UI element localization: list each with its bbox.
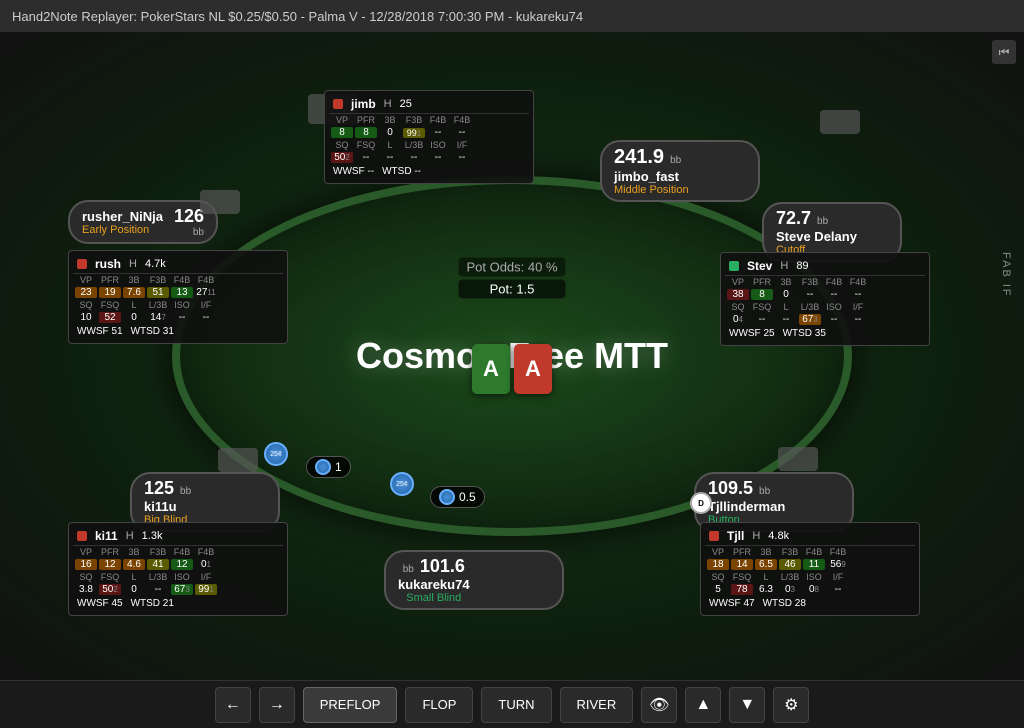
bottom-right-cards xyxy=(778,447,818,471)
bl-name: ki11u xyxy=(144,499,191,514)
left-name: rusher_NiNja xyxy=(82,209,163,224)
right-pfr: 8 xyxy=(751,289,773,300)
forward-button[interactable]: → xyxy=(259,687,295,723)
hero-card-2: A xyxy=(514,344,552,394)
chip-icon-top: 25¢ xyxy=(264,442,288,466)
bl-wwsf-row: WWSF 45 WTSD 21 xyxy=(73,596,283,611)
right-bb: bb xyxy=(817,216,828,227)
pot-value: Pot: 1.5 xyxy=(458,280,565,299)
pot-odds-text: Pot Odds: 40 % xyxy=(458,258,565,277)
hero-position: Small Blind xyxy=(406,592,461,604)
right-3b: 0 xyxy=(775,289,797,300)
right-player-stats: Stev H 89 VP PFR 3B F3B F4B F4B 38 8 0 -… xyxy=(720,252,930,346)
hero-name: kukareku74 xyxy=(398,577,470,592)
top-player-stats: jimb H 25 VP PFR 3B F3B F4B F4B 8 8 0 99… xyxy=(324,90,534,184)
top-hand-count: 25 xyxy=(400,98,412,110)
top-pfr: 8 xyxy=(355,127,377,138)
bottom-navigation: ← → PREFLOP FLOP TURN RIVER 👁 ▲ ▼ ⚙ xyxy=(0,680,1024,728)
bottom-right-stack: 109.5 xyxy=(708,478,753,499)
top-right-cards xyxy=(820,110,860,134)
top-right-position: Middle Position xyxy=(614,184,689,196)
dealer-button: D xyxy=(690,492,712,514)
br-player-name: Tjll xyxy=(727,529,744,543)
turn-button[interactable]: TURN xyxy=(481,687,551,723)
top-f4b2: -- xyxy=(451,127,473,138)
top-right-stack: 241.9 xyxy=(614,146,664,169)
left-position: Early Position xyxy=(82,224,163,236)
title-text: Hand2Note Replayer: PokerStars NL $0.25/… xyxy=(12,9,583,24)
left-stats: rush H 4.7k VP PFR 3B F3B F4B F4B 23 19 … xyxy=(68,250,288,344)
top-f3b: 991 xyxy=(403,128,425,138)
top-player-name: jimb xyxy=(351,97,376,111)
pot-odds: Pot Odds: 40 % Pot: 1.5 xyxy=(458,258,565,299)
preflop-button[interactable]: PREFLOP xyxy=(303,687,398,723)
left-bubble: rusher_NiNja Early Position 126 bb xyxy=(68,200,218,244)
top-fsq: -- xyxy=(355,152,377,163)
right-vp: 38 xyxy=(727,289,749,300)
left-wwsf-row: WWSF 51 WTSD 31 xyxy=(73,324,283,339)
back-button[interactable]: ← xyxy=(215,687,251,723)
top-vp: 8 xyxy=(331,127,353,138)
top-right-bb: bb xyxy=(670,155,681,166)
top-wwsf-row: WWSF -- WTSD -- xyxy=(329,164,529,179)
top-right-bubble: 241.9 bb jimbo_fast Middle Position xyxy=(600,140,760,202)
hero-cards: A A xyxy=(472,344,552,394)
right-stack: 72.7 xyxy=(776,208,811,229)
river-button[interactable]: RIVER xyxy=(560,687,634,723)
left-chip: 1 xyxy=(306,456,351,478)
bottom-right-name: Tjllinderman xyxy=(708,499,785,514)
top-3b: 0 xyxy=(379,127,401,138)
up-button[interactable]: ▲ xyxy=(685,687,721,723)
right-wwsf-row: WWSF 25 WTSD 35 xyxy=(725,326,925,341)
right-indicator xyxy=(729,261,739,271)
top-f4b: -- xyxy=(427,127,449,138)
right-hand-type: H xyxy=(780,260,788,272)
top-hand-type: H xyxy=(384,98,392,110)
settings-button[interactable]: ⚙ xyxy=(773,687,809,723)
br-wwsf-row: WWSF 47 WTSD 28 xyxy=(705,596,915,611)
right-player-name: Stev xyxy=(747,259,772,273)
settings-icon: ⚙ xyxy=(784,695,798,715)
fab-if-label: FAB IF xyxy=(1000,252,1012,298)
center-chip: 0.5 xyxy=(430,486,485,508)
down-button[interactable]: ▼ xyxy=(729,687,765,723)
top-right-name: jimbo_fast xyxy=(614,169,679,184)
hero-bubble: bb 101.6 kukareku74 Small Blind xyxy=(384,550,564,610)
title-bar: Hand2Note Replayer: PokerStars NL $0.25/… xyxy=(0,0,1024,32)
right-hand-count: 89 xyxy=(796,260,808,272)
br-indicator xyxy=(709,531,719,541)
left-cards xyxy=(200,190,240,214)
top-sq: 502 xyxy=(331,152,353,163)
eye-button[interactable]: 👁 xyxy=(641,687,677,723)
down-icon: ▼ xyxy=(739,696,755,714)
bl-stack: 125 xyxy=(144,478,174,499)
bottom-left-stats: ki11 H 1.3k VP PFR 3B F3B F4B F4B 16 12 … xyxy=(68,522,288,616)
up-icon: ▲ xyxy=(695,696,711,714)
replay-icon[interactable]: ⏮ xyxy=(992,40,1016,64)
eye-icon: 👁 xyxy=(649,695,669,715)
chip-icon-center: 25¢ xyxy=(390,472,414,496)
bl-cards xyxy=(218,448,258,472)
bottom-right-bb: bb xyxy=(759,486,770,497)
hero-stack: 101.6 xyxy=(420,556,465,577)
table-area: ⏮ Cosmos Free MTT Pot Odds: 40 % Pot: 1.… xyxy=(0,32,1024,680)
flop-button[interactable]: FLOP xyxy=(405,687,473,723)
top-indicator xyxy=(333,99,343,109)
bottom-right-stats: Tjll H 4.8k VP PFR 3B F3B F4B F4B 18 14 … xyxy=(700,522,920,616)
hero-card-1: A xyxy=(472,344,510,394)
right-name: Steve Delany xyxy=(776,229,857,244)
